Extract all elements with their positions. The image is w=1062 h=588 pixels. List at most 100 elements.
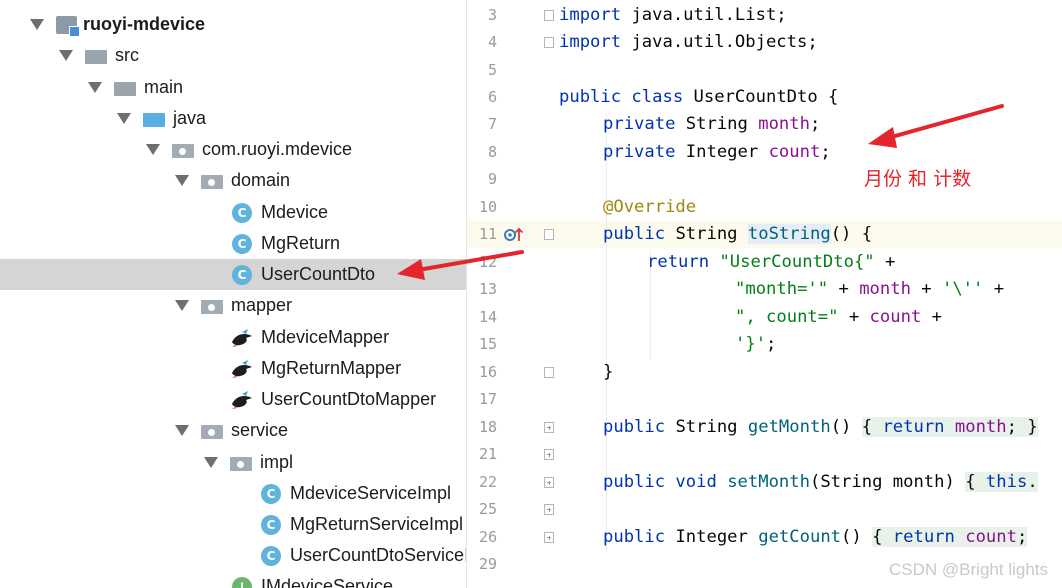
tree-item-label: service bbox=[231, 420, 289, 440]
fold-marker-icon[interactable] bbox=[544, 37, 554, 48]
class-icon: C bbox=[261, 483, 281, 504]
line-number: 8 bbox=[487, 143, 497, 161]
line-number: 29 bbox=[478, 555, 497, 573]
line-number: 25 bbox=[478, 500, 497, 518]
code-line-11: public String toString() { bbox=[603, 224, 873, 244]
fold-marker-icon[interactable] bbox=[544, 10, 554, 21]
tree-item-label: MgReturnServiceImpl bbox=[290, 514, 464, 534]
tree-item-mdeviceserviceimpl[interactable]: C MdeviceServiceImpl bbox=[0, 478, 466, 509]
expand-arrow-icon[interactable] bbox=[175, 175, 189, 186]
class-icon: C bbox=[261, 545, 281, 566]
line-number: 4 bbox=[487, 33, 497, 51]
watermark: CSDN @Bright lights bbox=[889, 560, 1048, 579]
line-number: 12 bbox=[478, 253, 497, 271]
tree-item-main[interactable]: main bbox=[0, 72, 466, 103]
line-number: 17 bbox=[478, 390, 497, 408]
package-icon bbox=[230, 454, 252, 471]
tree-item-usercountdtoserviceimpl[interactable]: C UserCountDtoServiceImpl bbox=[0, 540, 466, 571]
tree-item-mgreturnmapper[interactable]: MgReturnMapper bbox=[0, 353, 466, 384]
line-number: 6 bbox=[487, 88, 497, 106]
mybatis-mapper-icon bbox=[232, 390, 252, 409]
line-number: 3 bbox=[487, 6, 497, 24]
tree-item-mdevice[interactable]: C Mdevice bbox=[0, 197, 466, 228]
tree-item-label: MdeviceMapper bbox=[261, 327, 390, 347]
code-line-16: } bbox=[603, 362, 614, 382]
code-line-18: public String getMonth() { return month;… bbox=[603, 417, 1038, 437]
tree-item-java[interactable]: java bbox=[0, 103, 466, 134]
fold-expand-icon[interactable] bbox=[544, 504, 554, 515]
code-line-14: ", count=" + count + bbox=[735, 307, 942, 327]
package-icon bbox=[201, 172, 223, 189]
override-method-icon[interactable] bbox=[504, 226, 524, 244]
line-number: 13 bbox=[478, 280, 497, 298]
code-line-4: import java.util.Objects; bbox=[559, 32, 818, 52]
tree-item-mapper[interactable]: mapper bbox=[0, 290, 466, 321]
expand-arrow-icon[interactable] bbox=[175, 425, 189, 436]
code-line-7: private String month; bbox=[603, 114, 821, 134]
tree-item-ruoyi-mdevice[interactable]: ruoyi-mdevice bbox=[0, 9, 466, 40]
tree-item-label: domain bbox=[231, 170, 291, 190]
source-folder-icon bbox=[143, 110, 165, 127]
line-number: 15 bbox=[478, 335, 497, 353]
fold-expand-icon[interactable] bbox=[544, 449, 554, 460]
line-number: 18 bbox=[478, 418, 497, 436]
tree-item-label: ruoyi-mdevice bbox=[83, 14, 206, 34]
expand-arrow-icon[interactable] bbox=[88, 82, 102, 93]
interface-icon: I bbox=[232, 576, 252, 588]
tree-item-label: mapper bbox=[231, 295, 293, 315]
line-number: 11 bbox=[478, 225, 497, 243]
tree-item-com-ruoyi-mdevice[interactable]: com.ruoyi.mdevice bbox=[0, 134, 466, 165]
tree-item-mdevicemapper[interactable]: MdeviceMapper bbox=[0, 322, 466, 353]
fold-expand-icon[interactable] bbox=[544, 477, 554, 488]
class-icon: C bbox=[232, 202, 252, 223]
class-icon: C bbox=[232, 264, 252, 285]
code-line-22: public void setMonth(String month) { thi… bbox=[603, 472, 1038, 492]
tree-item-usercountdtomapper[interactable]: UserCountDtoMapper bbox=[0, 384, 466, 415]
fold-expand-icon[interactable] bbox=[544, 422, 554, 433]
line-number: 21 bbox=[478, 445, 497, 463]
tree-item-label: IMdeviceService bbox=[261, 576, 394, 588]
line-number: 10 bbox=[478, 198, 497, 216]
tree-item-label: MdeviceServiceImpl bbox=[290, 483, 452, 503]
tree-item-label: impl bbox=[260, 452, 294, 472]
folder-icon bbox=[85, 47, 107, 64]
tree-item-mgreturnserviceimpl[interactable]: C MgReturnServiceImpl bbox=[0, 509, 466, 540]
tree-item-label: MgReturnMapper bbox=[261, 358, 402, 378]
expand-arrow-icon[interactable] bbox=[146, 144, 160, 155]
tree-item-service[interactable]: service bbox=[0, 415, 466, 446]
code-line-26: public Integer getCount() { return count… bbox=[603, 527, 1028, 547]
tree-item-usercountdto[interactable]: C UserCountDto bbox=[0, 259, 466, 290]
package-icon bbox=[201, 297, 223, 314]
expand-arrow-icon[interactable] bbox=[30, 19, 44, 30]
tree-item-label: main bbox=[144, 77, 184, 97]
mybatis-mapper-icon bbox=[232, 328, 252, 347]
tree-item-label: src bbox=[115, 45, 139, 65]
expand-arrow-icon[interactable] bbox=[204, 457, 218, 468]
tree-item-label: UserCountDtoMapper bbox=[261, 389, 437, 409]
expand-arrow-icon[interactable] bbox=[59, 50, 73, 61]
code-editor[interactable]: import java.util.List; import java.util.… bbox=[556, 0, 1062, 588]
code-line-6: public class UserCountDto { bbox=[559, 87, 839, 107]
editor-gutter: 3 4 5 6 7 8 9 10 11 12 13 14 15 16 17 18… bbox=[466, 0, 557, 588]
code-line-13: "month='" + month + '\'' + bbox=[735, 279, 1005, 299]
fold-marker-icon[interactable] bbox=[544, 229, 554, 240]
tree-item-label: UserCountDto bbox=[261, 264, 376, 284]
fold-expand-icon[interactable] bbox=[544, 532, 554, 543]
expand-arrow-icon[interactable] bbox=[175, 300, 189, 311]
fold-marker-icon[interactable] bbox=[544, 367, 554, 378]
tree-item-impl[interactable]: impl bbox=[0, 447, 466, 478]
annotation-note: 月份 和 计数 bbox=[864, 168, 972, 190]
tree-item-mgreturn[interactable]: C MgReturn bbox=[0, 228, 466, 259]
tree-item-imdeviceservice[interactable]: I IMdeviceService bbox=[0, 571, 466, 588]
tree-item-label: MgReturn bbox=[261, 233, 341, 253]
tree-item-label: UserCountDtoServiceImpl bbox=[290, 545, 466, 565]
code-line-10: @Override bbox=[603, 197, 697, 217]
tree-item-src[interactable]: src bbox=[0, 40, 466, 71]
package-icon bbox=[201, 422, 223, 439]
tree-item-domain[interactable]: domain bbox=[0, 165, 466, 196]
code-line-8: private Integer count; bbox=[603, 142, 831, 162]
line-number: 26 bbox=[478, 528, 497, 546]
folder-icon bbox=[114, 79, 136, 96]
expand-arrow-icon[interactable] bbox=[117, 113, 131, 124]
line-number: 22 bbox=[478, 473, 497, 491]
